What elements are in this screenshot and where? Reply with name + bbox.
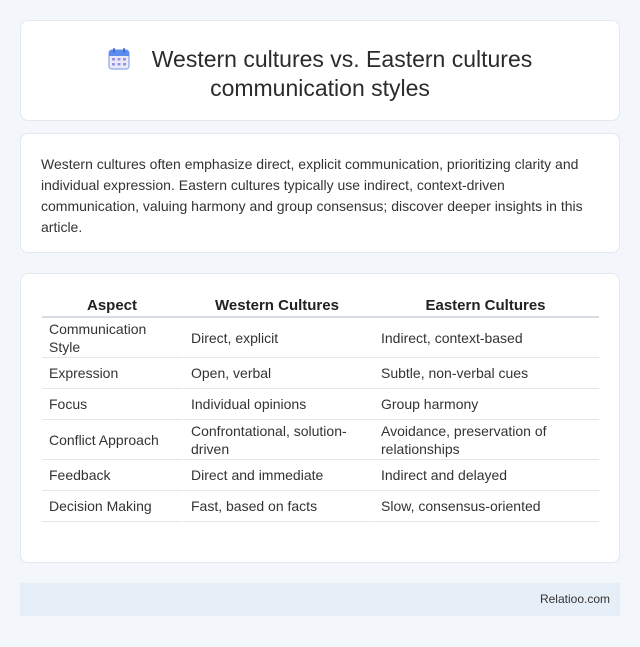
page-title: Western cultures vs. Eastern cultures co… — [21, 45, 619, 103]
table-cell: Open, verbal — [182, 358, 372, 389]
table-cell: Decision Making — [42, 491, 182, 522]
table-cell: Expression — [42, 358, 182, 389]
table-cell: Subtle, non-verbal cues — [372, 358, 599, 389]
title-line-1: Western cultures vs. Eastern cultures — [151, 46, 533, 72]
table-cell: Individual opinions — [182, 389, 372, 420]
summary-text: Western cultures often emphasize direct,… — [41, 156, 583, 235]
table-cell: Direct and immediate — [182, 460, 372, 491]
column-header: Western Cultures — [182, 296, 372, 318]
table-cell: Slow, consensus-oriented — [372, 491, 599, 522]
table-cell: Communication Style — [42, 318, 182, 358]
table-cell: Avoidance, preservation of relationships — [372, 420, 599, 460]
table-header-row: Aspect Western Cultures Eastern Cultures — [42, 296, 599, 318]
summary-card: Western cultures often emphasize direct,… — [20, 133, 620, 253]
comparison-table: Aspect Western Cultures Eastern Cultures… — [42, 296, 599, 522]
column-header: Aspect — [42, 296, 182, 318]
table-cell: Focus — [42, 389, 182, 420]
table-cell: Confrontational, solution-driven — [182, 420, 372, 460]
table-row: Feedback Direct and immediate Indirect a… — [42, 460, 599, 491]
table-row: Expression Open, verbal Subtle, non-verb… — [42, 358, 599, 389]
table-cell: Direct, explicit — [182, 318, 372, 358]
table-cell: Indirect and delayed — [372, 460, 599, 491]
table-row: Communication Style Direct, explicit Ind… — [42, 318, 599, 358]
footer: Relatioo.com — [20, 583, 620, 616]
table-cell: Fast, based on facts — [182, 491, 372, 522]
table-cell: Indirect, context-based — [372, 318, 599, 358]
table-row: Decision Making Fast, based on facts Slo… — [42, 491, 599, 522]
table-cell: Feedback — [42, 460, 182, 491]
title-line-2: communication styles — [210, 75, 430, 101]
table-row: Conflict Approach Confrontational, solut… — [42, 420, 599, 460]
comparison-card: Aspect Western Cultures Eastern Cultures… — [20, 273, 620, 563]
calendar-icon — [108, 48, 130, 70]
table-row: Focus Individual opinions Group harmony — [42, 389, 599, 420]
table-cell: Group harmony — [372, 389, 599, 420]
footer-site-link[interactable]: Relatioo.com — [540, 592, 610, 606]
title-card: Western cultures vs. Eastern cultures co… — [20, 20, 620, 121]
table-cell: Conflict Approach — [42, 420, 182, 460]
column-header: Eastern Cultures — [372, 296, 599, 318]
